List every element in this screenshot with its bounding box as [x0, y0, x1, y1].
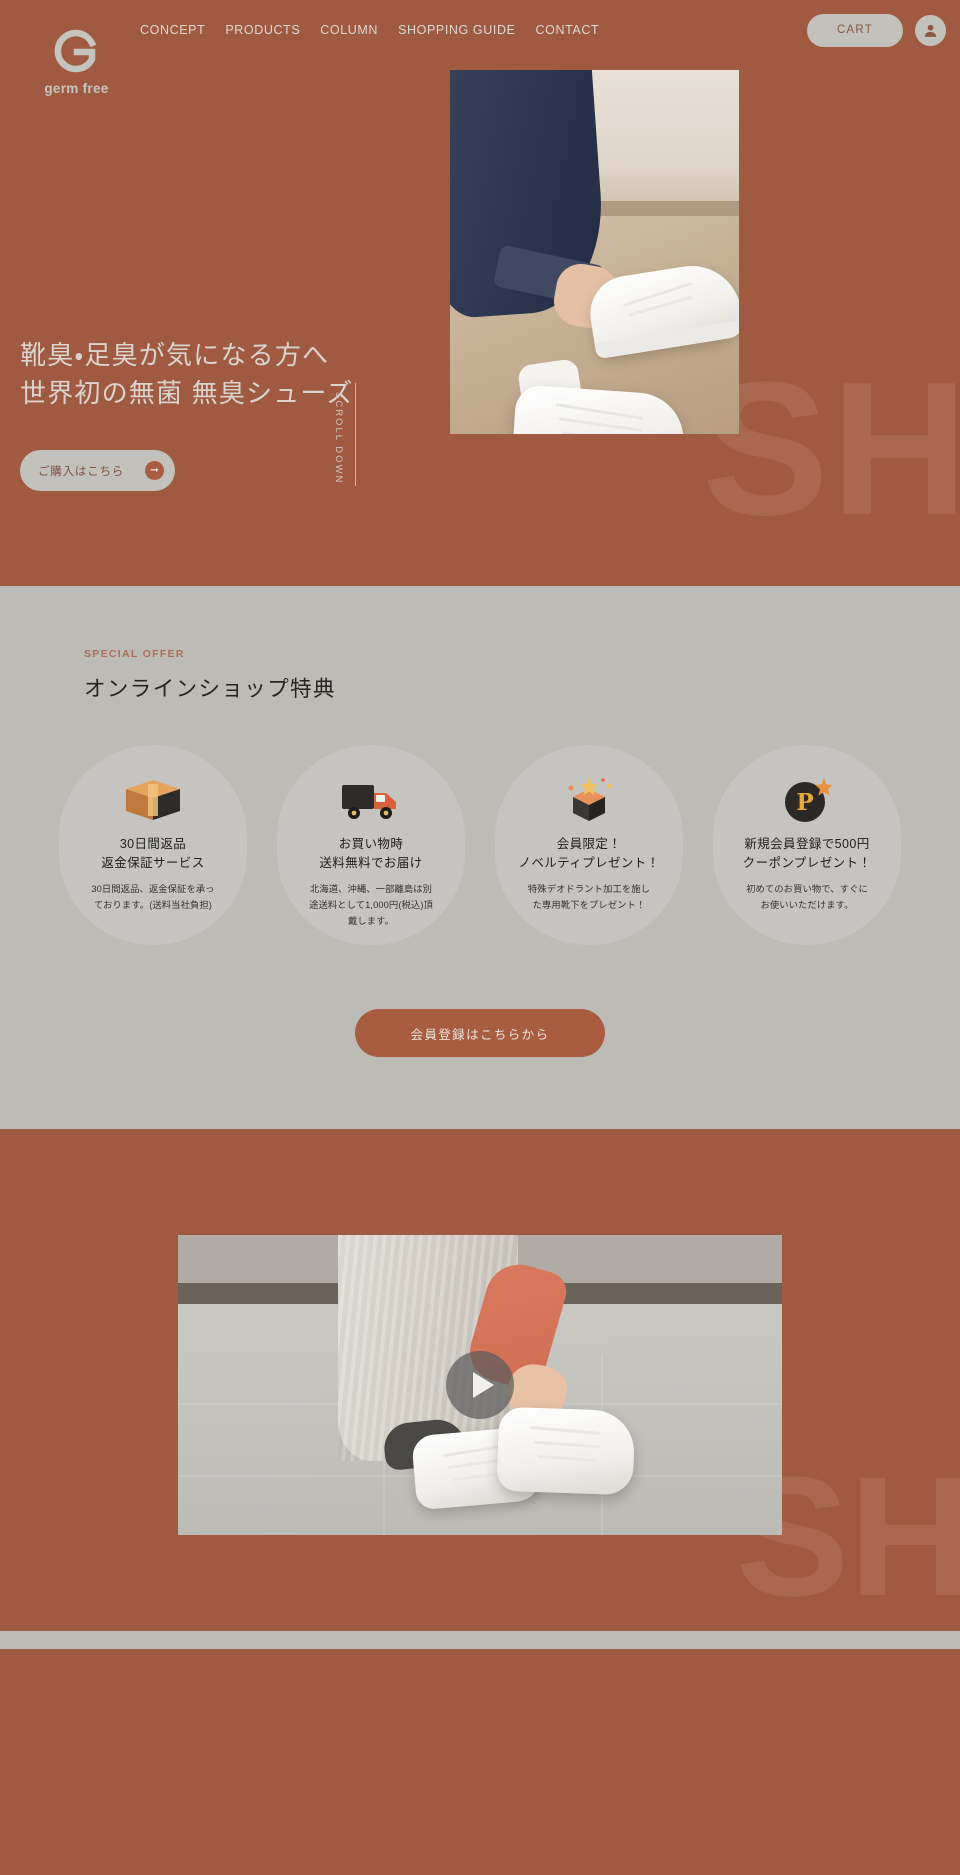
nav-item-concept[interactable]: CONCEPT — [140, 23, 205, 37]
video-lace — [530, 1425, 601, 1436]
photo-lace — [622, 281, 693, 308]
logo-wordmark: germ free — [44, 81, 109, 96]
offer-card-title: 会員限定！ ノベルティプレゼント！ — [518, 837, 660, 870]
nav-item-contact[interactable]: CONTACT — [536, 23, 600, 37]
scroll-indicator-line — [355, 383, 356, 486]
offer-card-title: 新規会員登録で500円 クーポンプレゼント！ — [742, 837, 872, 870]
offer-card-shipping[interactable]: お買い物時 送料無料でお届け 北海道、沖縄、一部離島は別 途送料として1,000… — [277, 745, 465, 945]
site-logo[interactable]: germ free — [24, 26, 129, 96]
video-player[interactable] — [178, 1235, 782, 1535]
svg-text:P: P — [796, 789, 813, 816]
nav-item-shopping-guide[interactable]: SHOPPING GUIDE — [398, 23, 515, 37]
hero-section: SH germ free CONCEPT PRODUCTS COLUMN SHO… — [0, 0, 960, 586]
photo-lace — [555, 403, 643, 420]
hero-headline-line-2: 世界初の無菌 無臭シューズ — [20, 378, 354, 409]
main-navigation: germ free CONCEPT PRODUCTS COLUMN SHOPPI… — [0, 0, 960, 96]
photo-lace — [561, 431, 640, 434]
video-lace — [537, 1454, 598, 1463]
offer-card-desc: 30日間返品、返金保証を承っ ております。(送料当社負担) — [91, 884, 215, 910]
landing-page: SH germ free CONCEPT PRODUCTS COLUMN SHO… — [0, 0, 960, 1649]
hero-headline-line-1: 靴臭・足臭が気になる方へ — [20, 340, 330, 370]
account-button[interactable] — [915, 14, 946, 46]
hero-watermark-text: SH — [702, 343, 960, 556]
offer-card-title: お買い物時 送料無料でお届け — [319, 837, 423, 870]
hero-product-photo — [450, 70, 739, 434]
register-button-wrap: 会員登録はこちらから — [0, 1009, 960, 1057]
register-member-button[interactable]: 会員登録はこちらから — [355, 1009, 605, 1057]
nav-item-column[interactable]: COLUMN — [320, 23, 378, 37]
gift-box-icon — [557, 775, 621, 825]
special-offer-section: SPECIAL OFFER オンラインショップ特典 30日間返品 返金保証サービ… — [0, 586, 960, 1129]
buy-now-label: ご購入はこちら — [38, 465, 125, 478]
video-lace — [534, 1440, 601, 1449]
buy-now-button[interactable]: ご購入はこちら ➞ — [20, 450, 175, 491]
offer-card-desc: 北海道、沖縄、一部離島は別 途送料として1,000円(税込)頂 戴します。 — [309, 884, 433, 926]
nav-link-list: CONCEPT PRODUCTS COLUMN SHOPPING GUIDE C… — [140, 23, 807, 37]
photo-lace — [558, 417, 643, 432]
special-movie-section: SH Special Movie — [0, 1129, 960, 1631]
offer-header: SPECIAL OFFER オンラインショップ特典 — [0, 648, 960, 703]
play-button[interactable] — [446, 1351, 514, 1419]
offer-card-list: 30日間返品 返金保証サービス 30日間返品、返金保証を承っ ております。(送料… — [0, 745, 960, 945]
package-box-icon — [122, 775, 184, 825]
video-shoe-right — [496, 1406, 636, 1496]
offer-card-returns[interactable]: 30日間返品 返金保証サービス 30日間返品、返金保証を承っ ております。(送料… — [59, 745, 247, 945]
cart-button[interactable]: CART — [807, 13, 903, 47]
user-icon — [922, 22, 939, 39]
offer-kicker: SPECIAL OFFER — [84, 648, 185, 660]
offer-card-desc: 特殊デオドラント加工を施し た専用靴下をプレゼント！ — [527, 884, 651, 910]
point-coin-icon: P — [778, 775, 836, 825]
nav-item-products[interactable]: PRODUCTS — [225, 23, 300, 37]
arrow-right-icon: ➞ — [145, 461, 164, 480]
offer-title: オンラインショップ特典 — [84, 677, 336, 701]
offer-card-novelty[interactable]: 会員限定！ ノベルティプレゼント！ 特殊デオドラント加工を施し た専用靴下をプレ… — [495, 745, 683, 945]
offer-card-desc: 初めてのお買い物で、すぐに お使いいただけます。 — [746, 884, 868, 910]
logo-g-icon — [52, 26, 102, 76]
hero-headline: 靴臭・足臭が気になる方へ 世界初の無菌 無臭シューズ — [20, 336, 354, 413]
scroll-down-label: SCROLL DOWN — [333, 392, 344, 485]
play-icon — [472, 1372, 494, 1398]
offer-card-title: 30日間返品 返金保証サービス — [101, 837, 205, 870]
delivery-truck-icon — [338, 775, 404, 825]
offer-card-coupon[interactable]: P 新規会員登録で500円 クーポンプレゼント！ 初めてのお買い物で、すぐに お… — [713, 745, 901, 945]
footer-strip — [0, 1631, 960, 1649]
